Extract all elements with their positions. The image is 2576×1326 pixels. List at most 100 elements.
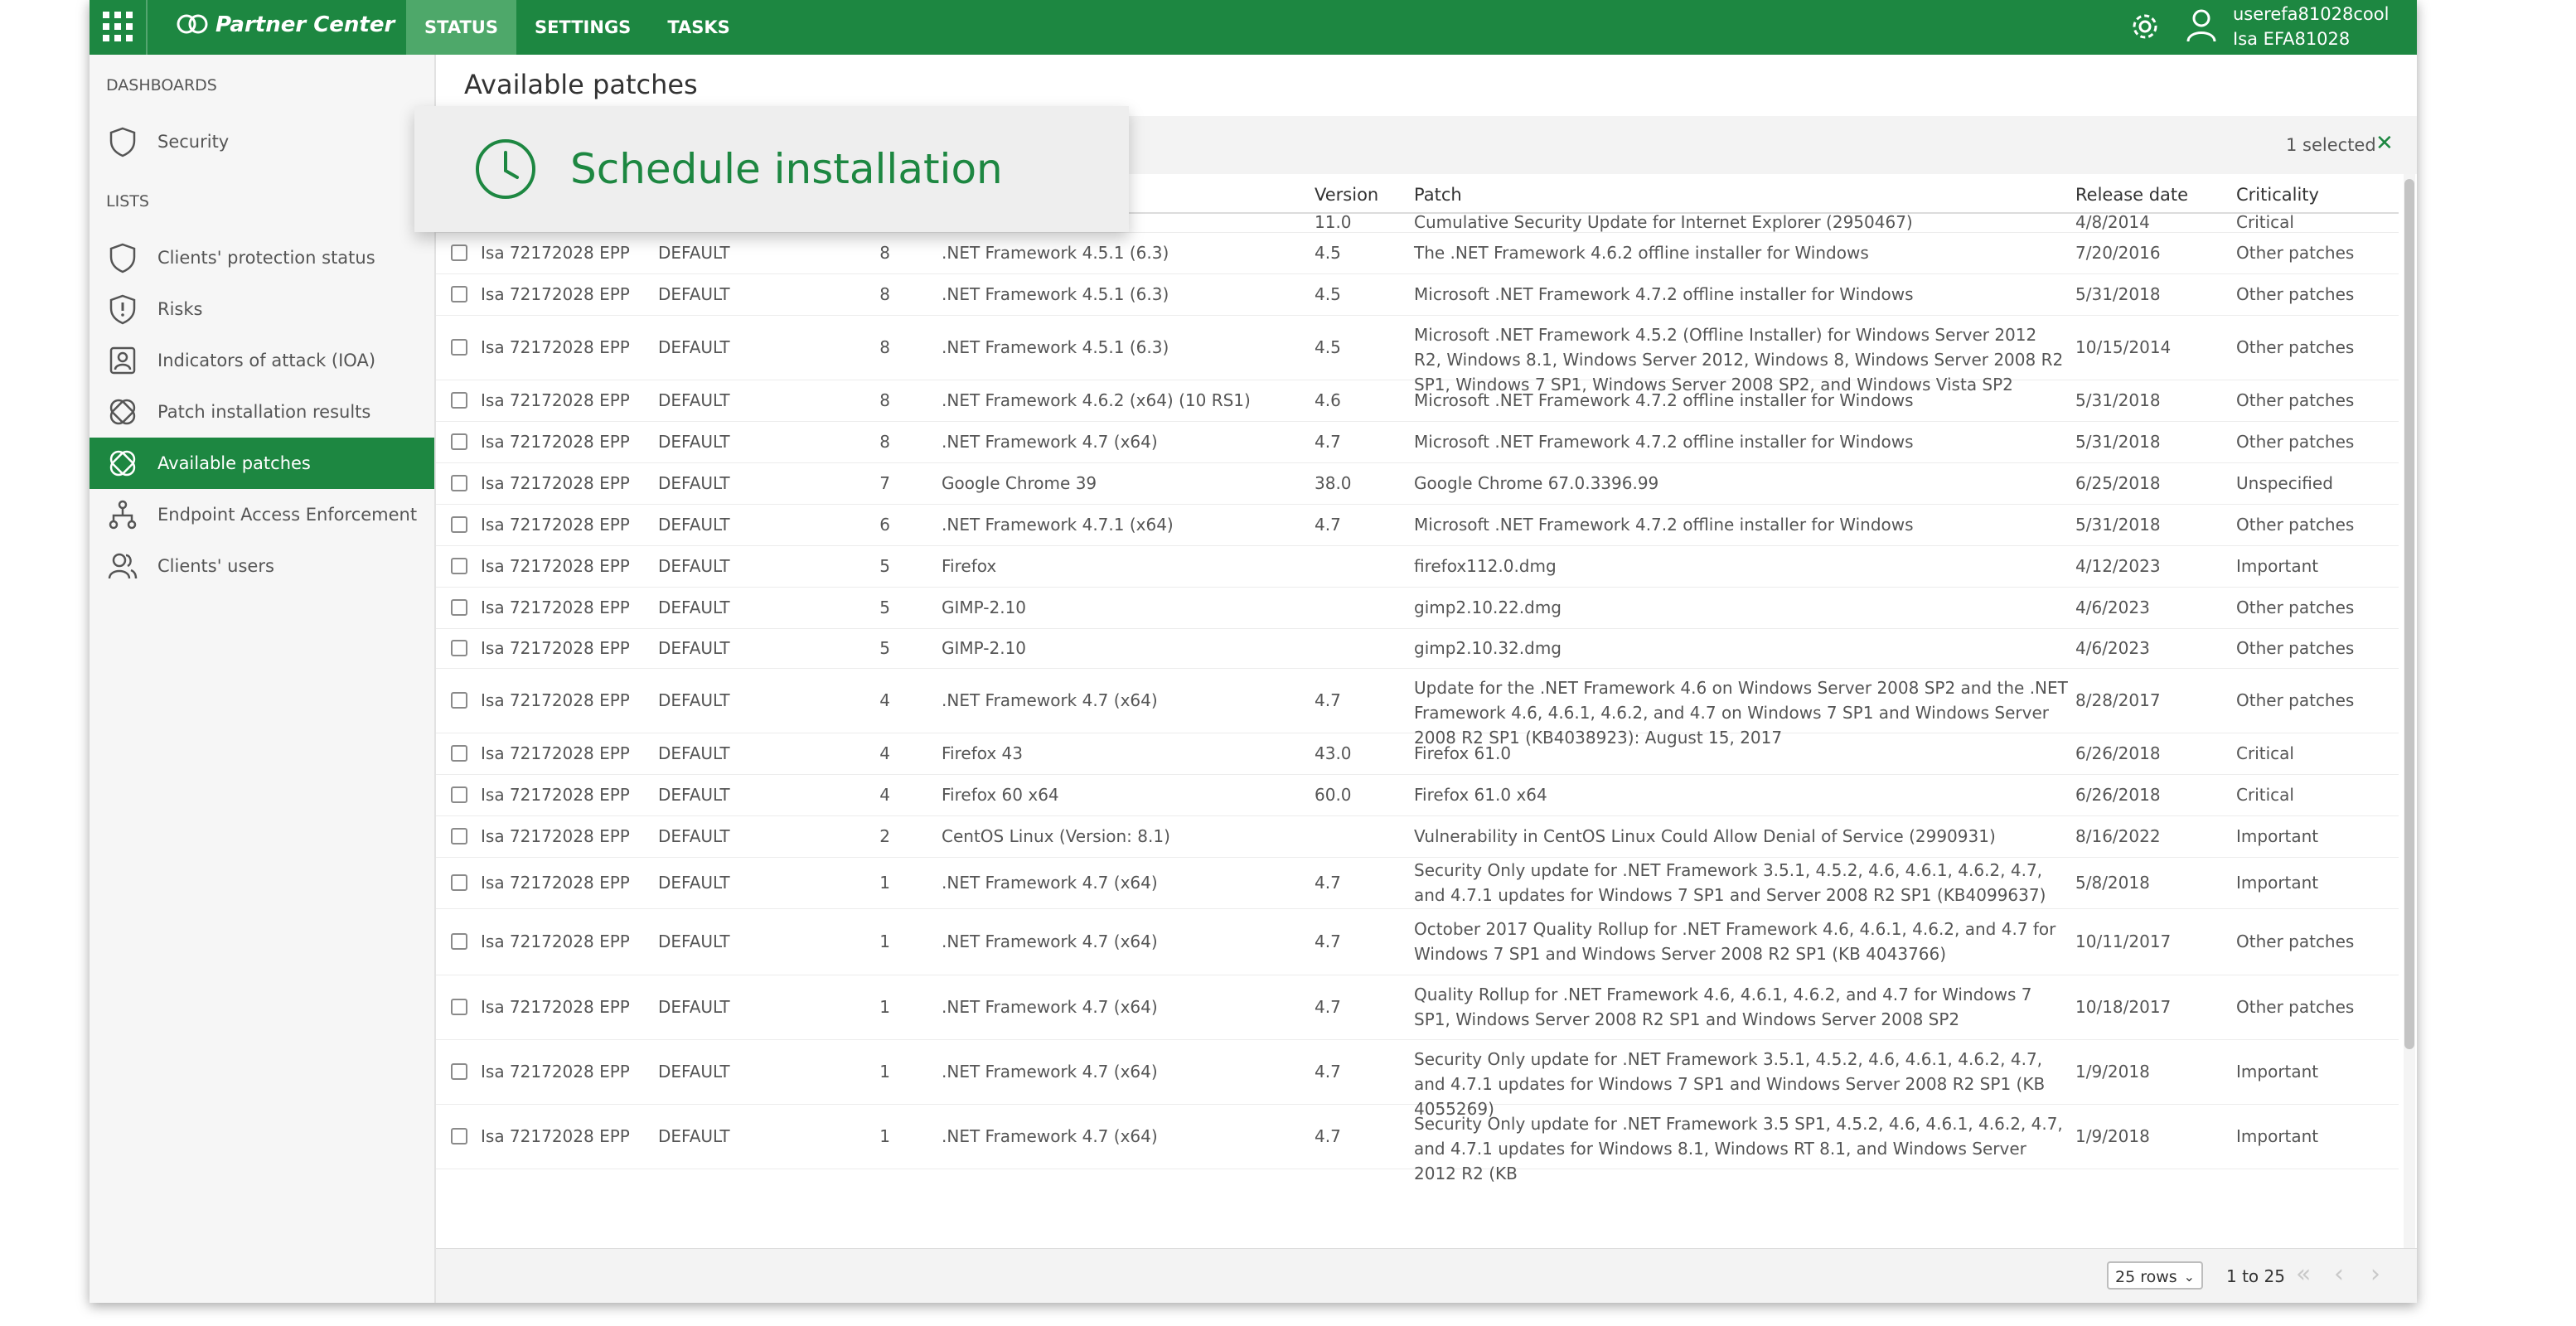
row-checkbox[interactable] <box>451 244 467 261</box>
row-checkbox[interactable] <box>451 433 467 450</box>
sidebar-item-indicators-of-attack[interactable]: Indicators of attack (IOA) <box>90 335 434 386</box>
table-row[interactable]: Isa 72172028 EPP DEFAULT 7 Google Chrome 39… <box>436 462 2399 505</box>
table-row[interactable]: Isa 72172028 EPP DEFAULT 8 .NET Framework 4… <box>436 380 2399 422</box>
table-row[interactable]: Isa 72172028 EPP DEFAULT 5 Firefox firefox11… <box>436 545 2399 588</box>
cell-group: DEFAULT <box>658 390 730 410</box>
column-header-patch[interactable]: Patch <box>1414 184 1462 206</box>
cell-computer: Isa 72172028 EPP <box>481 598 630 617</box>
cell-program: Firefox <box>942 556 997 576</box>
sidebar-item-available-patches[interactable]: Available patches <box>90 438 434 489</box>
shield-icon <box>109 127 136 157</box>
previous-page-icon[interactable]: ‹ <box>2334 1261 2344 1289</box>
row-checkbox[interactable] <box>451 599 467 616</box>
user-icon[interactable] <box>2185 8 2218 43</box>
cell-criticality: Critical <box>2236 212 2294 232</box>
cell-version: 4.6 <box>1315 390 1341 410</box>
clear-selection-icon[interactable]: ✕ <box>2375 131 2394 156</box>
next-page-icon[interactable]: › <box>2370 1261 2380 1289</box>
row-checkbox[interactable] <box>451 692 467 709</box>
cell-version: 4.7 <box>1315 997 1341 1017</box>
row-checkbox[interactable] <box>451 999 467 1015</box>
cell-group: DEFAULT <box>658 743 730 763</box>
row-checkbox[interactable] <box>451 516 467 533</box>
cell-version: 4.5 <box>1315 337 1341 357</box>
row-checkbox[interactable] <box>451 1063 467 1080</box>
row-checkbox[interactable] <box>451 874 467 891</box>
table-row[interactable]: Isa 72172028 EPP DEFAULT 1 .NET Framework 4… <box>436 975 2399 1040</box>
row-checkbox[interactable] <box>451 286 467 302</box>
cell-computer: Isa 72172028 EPP <box>481 638 630 658</box>
row-checkbox[interactable] <box>451 933 467 950</box>
cell-release-date: 7/20/2016 <box>2075 243 2161 263</box>
row-checkbox[interactable] <box>451 475 467 491</box>
column-header-criticality[interactable]: Criticality <box>2236 184 2319 206</box>
sidebar-item-patch-installation-results[interactable]: Patch installation results <box>90 386 434 438</box>
column-header-release-date[interactable]: Release date <box>2075 184 2188 206</box>
row-checkbox[interactable] <box>451 392 467 409</box>
sidebar-item-clients-users[interactable]: Clients' users <box>90 540 434 592</box>
cell-computer: Isa 72172028 EPP <box>481 743 630 763</box>
nav-settings[interactable]: SETTINGS <box>516 0 649 55</box>
cell-criticality: Other patches <box>2236 432 2355 452</box>
table-row[interactable]: Isa 72172028 EPP DEFAULT 8 .NET Framework 4… <box>436 232 2399 274</box>
table-row[interactable]: Isa 72172028 EPP DEFAULT 2 CentOS Linux (Ve… <box>436 815 2399 858</box>
table-row[interactable]: Isa 72172028 EPP DEFAULT 8 .NET Framework 4… <box>436 273 2399 316</box>
cell-release-date: 6/26/2018 <box>2075 743 2161 763</box>
cell-release-date: 4/8/2014 <box>2075 212 2150 232</box>
nav-status[interactable]: STATUS <box>406 0 516 55</box>
sidebar: DASHBOARDS Security LISTS Clients' prote… <box>90 55 436 1303</box>
cell-version: 4.5 <box>1315 284 1341 304</box>
sidebar-item-endpoint-access-enforcement[interactable]: Endpoint Access Enforcement <box>90 489 434 540</box>
table-scrollbar-thumb[interactable] <box>2404 179 2414 1049</box>
cell-patch: Quality Rollup for .NET Framework 4.6, 4… <box>1414 985 2032 1029</box>
row-checkbox[interactable] <box>451 640 467 656</box>
cell-group: DEFAULT <box>658 1126 730 1146</box>
cell-version: 11.0 <box>1315 212 1352 232</box>
table-row[interactable]: Isa 72172028 EPP DEFAULT 1 .NET Framework 4… <box>436 1104 2399 1183</box>
cell-program: .NET Framework 4.5.1 (6.3) <box>942 284 1169 304</box>
sidebar-item-label: Endpoint Access Enforcement <box>157 505 418 525</box>
cell-computer: Isa 72172028 EPP <box>481 826 630 846</box>
cell-version: 43.0 <box>1315 743 1352 763</box>
row-checkbox[interactable] <box>451 1128 467 1145</box>
sidebar-item-clients-protection-status[interactable]: Clients' protection status <box>90 232 434 283</box>
row-checkbox[interactable] <box>451 828 467 844</box>
row-checkbox[interactable] <box>451 558 467 574</box>
sidebar-item-risks[interactable]: Risks <box>90 283 434 335</box>
cell-count: 1 <box>879 1126 890 1146</box>
cell-count: 7 <box>879 473 890 493</box>
sidebar-item-security[interactable]: Security <box>90 116 434 167</box>
cell-computer: Isa 72172028 EPP <box>481 1062 630 1082</box>
table-row[interactable]: Isa 72172028 EPP DEFAULT 4 .NET Framework 4… <box>436 668 2399 748</box>
row-checkbox[interactable] <box>451 339 467 356</box>
gear-icon[interactable] <box>2128 10 2162 43</box>
cell-computer: Isa 72172028 EPP <box>481 432 630 452</box>
table-row[interactable]: Isa 72172028 EPP DEFAULT 8 .NET Framework 4… <box>436 315 2399 394</box>
table-row[interactable]: Isa 72172028 EPP DEFAULT 6 .NET Framework 4… <box>436 504 2399 546</box>
table-row[interactable]: Isa 72172028 EPP DEFAULT 4 Firefox 60 x64 60… <box>436 774 2399 816</box>
schedule-installation-popup[interactable]: Schedule installation <box>414 106 1129 232</box>
first-page-icon[interactable]: « <box>2296 1261 2311 1289</box>
cell-count: 2 <box>879 826 890 846</box>
cell-count: 8 <box>879 284 890 304</box>
table-row[interactable]: Isa 72172028 EPP DEFAULT 1 .NET Framework 4… <box>436 1039 2399 1119</box>
row-checkbox[interactable] <box>451 745 467 762</box>
table-row[interactable]: Isa 72172028 EPP DEFAULT 8 .NET Framework 4… <box>436 421 2399 463</box>
table-row[interactable]: Isa 72172028 EPP DEFAULT 5 GIMP-2.10 gimp2.1… <box>436 628 2399 669</box>
cell-computer: Isa 72172028 EPP <box>481 932 630 951</box>
brand-name[interactable]: Partner Center <box>215 10 395 40</box>
cell-version: 4.7 <box>1315 432 1341 452</box>
column-header-version[interactable]: Version <box>1315 184 1378 206</box>
table-row[interactable]: Isa 72172028 EPP DEFAULT 1 .NET Framework 4… <box>436 908 2399 975</box>
apps-grid-icon[interactable] <box>103 12 133 41</box>
nav-tasks[interactable]: TASKS <box>649 0 748 55</box>
cell-program: .NET Framework 4.7 (x64) <box>942 1126 1158 1146</box>
table-row[interactable]: Isa 72172028 EPP DEFAULT 5 GIMP-2.10 gimp2.1… <box>436 587 2399 629</box>
row-checkbox[interactable] <box>451 786 467 803</box>
table-row[interactable]: Isa 72172028 EPP DEFAULT 4 Firefox 43 43.0 Fi… <box>436 733 2399 775</box>
user-name[interactable]: userefa81028cool <box>2233 2 2389 27</box>
table-row[interactable]: Isa 72172028 EPP DEFAULT 1 .NET Framework 4… <box>436 857 2399 909</box>
rows-per-page-select[interactable]: 25 rows ⌄ <box>2107 1261 2203 1290</box>
cell-patch: Security Only update for .NET Framework … <box>1414 860 2046 905</box>
cell-release-date: 4/6/2023 <box>2075 638 2150 658</box>
